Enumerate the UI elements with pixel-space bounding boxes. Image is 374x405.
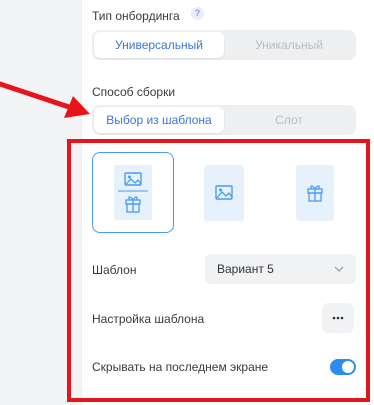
onboarding-type-segmented: Универсальный Уникальный	[92, 30, 356, 60]
template-settings-label: Настройка шаблона	[92, 312, 205, 326]
image-gift-icon	[118, 172, 148, 213]
hide-last-screen-toggle[interactable]	[330, 359, 356, 375]
segment-unique[interactable]: Уникальный	[224, 32, 354, 58]
help-icon[interactable]: ?	[191, 7, 204, 20]
onboarding-type-label: Тип онбординга	[92, 9, 180, 23]
more-dots-icon	[332, 316, 344, 320]
layout-card-image[interactable]	[204, 165, 244, 221]
image-icon	[215, 185, 233, 200]
layout-card-image-gift[interactable]	[92, 152, 174, 233]
gift-icon	[307, 185, 323, 202]
annotation-arrow-icon	[0, 81, 90, 118]
hide-last-screen-label: Скрывать на последнем экране	[92, 360, 269, 374]
segment-template-choice[interactable]: Выбор из шаблона	[94, 107, 224, 133]
toggle-knob	[342, 361, 354, 373]
template-select-value: Вариант 5	[217, 262, 274, 276]
template-settings-more-button[interactable]	[322, 303, 354, 333]
assembly-method-label: Способ сборки	[92, 85, 176, 99]
segment-universal[interactable]: Универсальный	[94, 32, 224, 58]
template-select[interactable]: Вариант 5	[205, 254, 356, 284]
assembly-method-segmented: Выбор из шаблона Слот	[92, 105, 356, 135]
layout-card-gift[interactable]	[296, 165, 334, 221]
template-label: Шаблон	[92, 263, 137, 277]
segment-slot[interactable]: Слот	[224, 107, 354, 133]
chevron-down-icon	[334, 266, 344, 272]
